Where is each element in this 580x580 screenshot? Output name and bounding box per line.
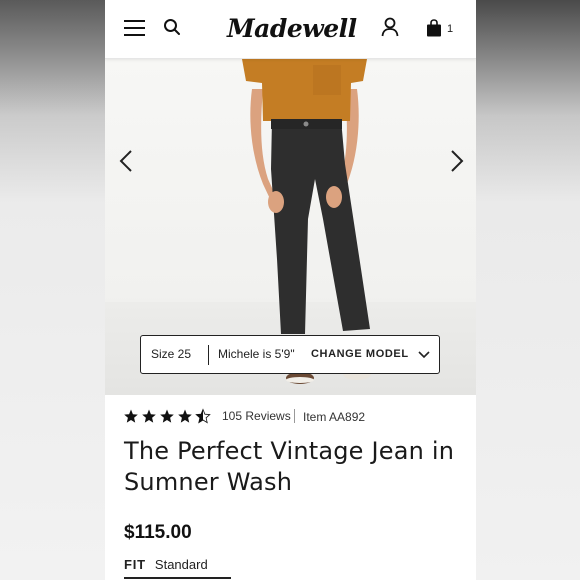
reviews-row: 105 Reviews Item AA892 [124, 406, 464, 426]
madewell-logo[interactable]: Madewell [227, 12, 357, 46]
model-size: Size 25 [151, 347, 192, 361]
account-icon[interactable] [381, 17, 399, 37]
chevron-down-icon[interactable] [417, 348, 431, 362]
site-header: Madewell 1 [105, 0, 476, 59]
product-price: $115.00 [124, 522, 192, 543]
review-count-link[interactable]: 105 Reviews [222, 409, 291, 423]
bag-count: 1 [447, 23, 454, 35]
star-icon [160, 409, 174, 423]
item-number: Item AA892 [303, 410, 366, 424]
model-height: Michele is 5'9" [218, 347, 295, 361]
mobile-page: Madewell 1 Size 25 Michele is 5'9" CHANG… [105, 0, 476, 580]
product-image-carousel[interactable]: Size 25 Michele is 5'9" CHANGE MODEL [105, 59, 476, 395]
fit-row: FIT Standard [124, 557, 208, 572]
star-icon [124, 409, 138, 423]
divider [294, 409, 295, 423]
star-icon [142, 409, 156, 423]
half-star-icon [195, 409, 211, 424]
background-left [0, 0, 105, 580]
fit-label: FIT [124, 557, 146, 572]
chevron-right-icon[interactable] [444, 149, 468, 173]
star-rating[interactable] [124, 408, 214, 424]
star-icon [178, 409, 192, 423]
fit-underline [124, 577, 231, 579]
model-info-bar: Size 25 Michele is 5'9" CHANGE MODEL [140, 335, 440, 374]
product-title: The Perfect Vintage Jean in Sumner Wash [124, 437, 455, 496]
change-model-button[interactable]: CHANGE MODEL [311, 348, 409, 360]
search-icon[interactable] [163, 18, 181, 36]
chevron-left-icon[interactable] [115, 149, 139, 173]
divider [208, 345, 209, 365]
shopping-bag-icon[interactable] [426, 19, 442, 37]
fit-value: Standard [154, 557, 208, 572]
hamburger-menu-icon[interactable] [124, 19, 145, 37]
background-right [476, 0, 580, 580]
